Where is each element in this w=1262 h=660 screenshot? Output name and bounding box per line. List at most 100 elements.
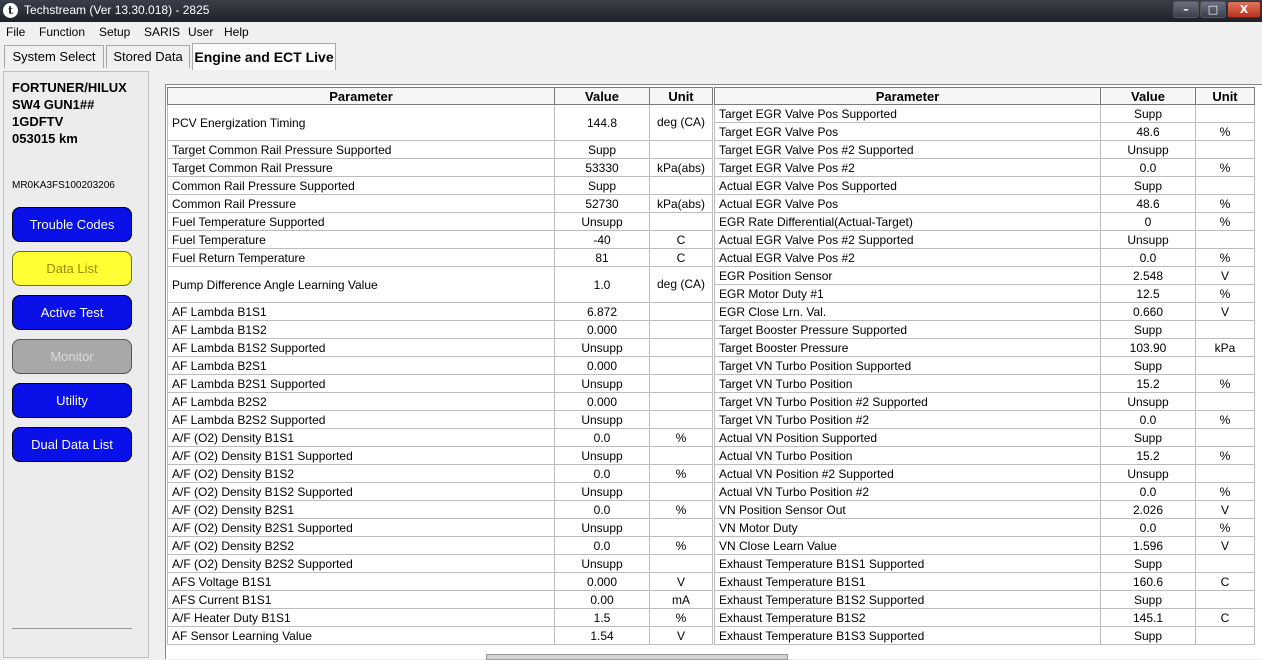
table-row[interactable]: A/F (O2) Density B1S2 Supported Unsupp (167, 482, 713, 501)
param-cell: A/F (O2) Density B2S2 Supported (167, 554, 555, 573)
table-row[interactable]: A/F (O2) Density B2S2 0.0% (167, 536, 713, 555)
column-header-value[interactable]: Value (1100, 87, 1196, 105)
table-row[interactable]: VN Close Learn Value 1.596 V (714, 536, 1255, 555)
table-row[interactable]: Target VN Turbo Position 15.2% (714, 374, 1255, 393)
table-row[interactable]: AF Sensor Learning Value 1.54 V (167, 626, 713, 645)
table-row[interactable]: Actual VN Position #2 Supported Unsupp (714, 464, 1255, 483)
column-header-unit[interactable]: Unit (649, 87, 713, 105)
table-row[interactable]: Exhaust Temperature B1S1 160.6 C (714, 572, 1255, 591)
table-row[interactable]: AF Lambda B1S1 6.872 (167, 302, 713, 321)
table-row[interactable]: AFS Current B1S1 0.00 mA (167, 590, 713, 609)
table-row[interactable]: Actual VN Turbo Position #2 0.0% (714, 482, 1255, 501)
table-row[interactable]: EGR Position Sensor 2.548 V (714, 266, 1255, 285)
tab-system-select[interactable]: System Select (4, 45, 104, 68)
unit-cell: deg (CA) (649, 266, 713, 303)
param-cell: A/F (O2) Density B2S2 (167, 536, 555, 555)
table-row[interactable]: AF Lambda B2S2 Supported Unsupp (167, 410, 713, 429)
table-row[interactable]: A/F (O2) Density B1S1 Supported Unsupp (167, 446, 713, 465)
column-header-unit[interactable]: Unit (1195, 87, 1255, 105)
column-header-parameter[interactable]: Parameter (714, 87, 1101, 105)
table-row[interactable]: Target EGR Valve Pos #2 0.0% (714, 158, 1255, 177)
table-row[interactable]: Target EGR Valve Pos #2 Supported Unsupp (714, 140, 1255, 159)
table-row[interactable]: EGR Motor Duty #1 12.5% (714, 284, 1255, 303)
table-row[interactable]: A/F (O2) Density B2S1 0.0% (167, 500, 713, 519)
menu-file[interactable]: File (6, 25, 25, 39)
table-row[interactable]: Actual EGR Valve Pos Supported Supp (714, 176, 1255, 195)
value-cell: 0.0 (554, 428, 650, 447)
table-row[interactable]: A/F Heater Duty B1S1 1.5% (167, 608, 713, 627)
tab-stored-data[interactable]: Stored Data (106, 45, 190, 68)
param-cell: Target Booster Pressure Supported (714, 320, 1101, 339)
table-row[interactable]: Actual EGR Valve Pos #2 Supported Unsupp (714, 230, 1255, 249)
column-header-value[interactable]: Value (554, 87, 650, 105)
table-row[interactable]: Pump Difference Angle Learning Value 1.0 d… (167, 266, 713, 303)
param-cell: VN Close Learn Value (714, 536, 1101, 555)
table-row[interactable]: AFS Voltage B1S1 0.000 V (167, 572, 713, 591)
trouble-codes-button[interactable]: Trouble Codes (12, 207, 132, 242)
table-row[interactable]: AF Lambda B1S2 Supported Unsupp (167, 338, 713, 357)
table-row[interactable]: AF Lambda B2S2 0.000 (167, 392, 713, 411)
param-cell: Exhaust Temperature B1S2 Supported (714, 590, 1101, 609)
table-row[interactable]: Exhaust Temperature B1S1 Supported Supp (714, 554, 1255, 573)
table-row[interactable]: EGR Close Lrn. Val. 0.660 V (714, 302, 1255, 321)
menu-saris[interactable]: SARIS (144, 25, 180, 39)
table-row[interactable]: Target EGR Valve Pos 48.6% (714, 122, 1255, 141)
table-row[interactable]: A/F (O2) Density B2S1 Supported Unsupp (167, 518, 713, 537)
table-row[interactable]: Actual VN Position Supported Supp (714, 428, 1255, 447)
menu-help[interactable]: Help (224, 25, 249, 39)
data-list-table[interactable]: Parameter Value Unit PCV Energization Ti… (165, 84, 1262, 659)
table-row[interactable]: VN Position Sensor Out 2.026 V (714, 500, 1255, 519)
unit-cell (1195, 428, 1255, 447)
table-row[interactable]: Target Common Rail Pressure 53330 kPa(abs) (167, 158, 713, 177)
table-row[interactable]: Exhaust Temperature B1S3 Supported Supp (714, 626, 1255, 645)
param-cell: AF Lambda B1S1 (167, 302, 555, 321)
utility-button[interactable]: Utility (12, 383, 132, 418)
table-row[interactable]: Actual EGR Valve Pos #2 0.0% (714, 248, 1255, 267)
tab-engine-ect-live[interactable]: Engine and ECT Live (192, 43, 336, 70)
unit-cell: kPa(abs) (649, 158, 713, 177)
table-row[interactable]: EGR Rate Differential(Actual-Target) 0% (714, 212, 1255, 231)
close-button[interactable]: X (1227, 1, 1261, 18)
table-row[interactable]: A/F (O2) Density B2S2 Supported Unsupp (167, 554, 713, 573)
menu-setup[interactable]: Setup (99, 25, 130, 39)
dual-data-list-button[interactable]: Dual Data List (12, 427, 132, 462)
table-row[interactable]: Target VN Turbo Position Supported Supp (714, 356, 1255, 375)
table-row[interactable]: Target Common Rail Pressure Supported Sup… (167, 140, 713, 159)
table-row[interactable]: Common Rail Pressure 52730 kPa(abs) (167, 194, 713, 213)
table-row[interactable]: Actual EGR Valve Pos 48.6% (714, 194, 1255, 213)
param-cell: A/F (O2) Density B1S2 (167, 464, 555, 483)
param-cell: Common Rail Pressure Supported (167, 176, 555, 195)
table-row[interactable]: Target Booster Pressure Supported Supp (714, 320, 1255, 339)
param-cell: EGR Close Lrn. Val. (714, 302, 1101, 321)
minimize-button[interactable]: – (1173, 1, 1199, 18)
table-row[interactable]: Target EGR Valve Pos Supported Supp (714, 104, 1255, 123)
table-row[interactable]: A/F (O2) Density B1S2 0.0% (167, 464, 713, 483)
table-row[interactable]: Fuel Temperature Supported Unsupp (167, 212, 713, 231)
table-row[interactable]: AF Lambda B2S1 Supported Unsupp (167, 374, 713, 393)
table-row[interactable]: VN Motor Duty 0.0% (714, 518, 1255, 537)
table-row[interactable]: Fuel Temperature -40 C (167, 230, 713, 249)
table-row[interactable]: A/F (O2) Density B1S1 0.0% (167, 428, 713, 447)
techstream-app-icon[interactable]: t (3, 3, 18, 18)
table-row[interactable]: Actual VN Turbo Position 15.2% (714, 446, 1255, 465)
param-cell: Fuel Temperature Supported (167, 212, 555, 231)
table-row[interactable]: AF Lambda B2S1 0.000 (167, 356, 713, 375)
table-row[interactable]: Common Rail Pressure Supported Supp (167, 176, 713, 195)
table-row[interactable]: Target VN Turbo Position #2 0.0% (714, 410, 1255, 429)
data-list-button[interactable]: Data List (12, 251, 132, 286)
table-row[interactable]: Exhaust Temperature B1S2 145.1 C (714, 608, 1255, 627)
table-row[interactable]: Exhaust Temperature B1S2 Supported Supp (714, 590, 1255, 609)
value-cell: 81 (554, 248, 650, 267)
menu-user[interactable]: User (188, 25, 213, 39)
table-row[interactable]: Target VN Turbo Position #2 Supported Uns… (714, 392, 1255, 411)
table-row[interactable]: AF Lambda B1S2 0.000 (167, 320, 713, 339)
column-header-parameter[interactable]: Parameter (167, 87, 555, 105)
active-test-button[interactable]: Active Test (12, 295, 132, 330)
table-row[interactable]: Fuel Return Temperature 81 C (167, 248, 713, 267)
table-row[interactable]: Target Booster Pressure 103.90 kPa (714, 338, 1255, 357)
maximize-button[interactable]: □ (1200, 1, 1226, 18)
menu-function[interactable]: Function (39, 25, 85, 39)
horizontal-scrollbar[interactable] (486, 654, 788, 660)
table-row[interactable]: PCV Energization Timing 144.8 deg (CA) (167, 104, 713, 141)
unit-cell: mA (649, 590, 713, 609)
